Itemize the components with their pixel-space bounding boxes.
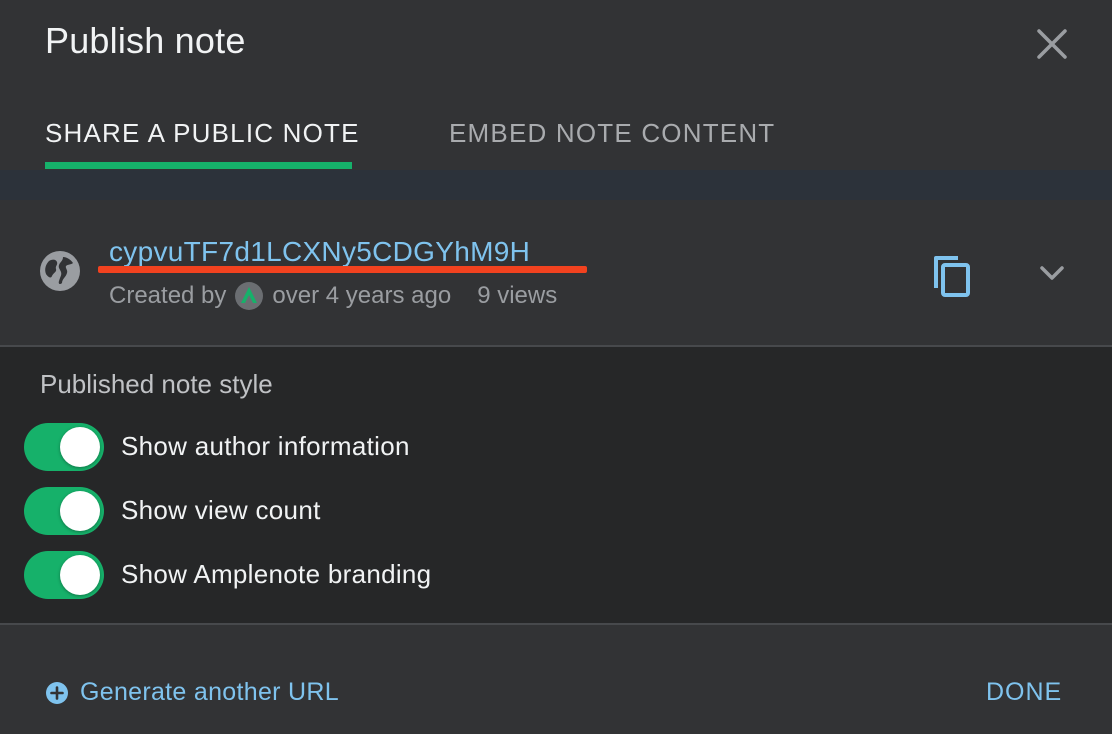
tab-share-public-note[interactable]: SHARE A PUBLIC NOTE [45, 118, 360, 149]
url-underline-mark [98, 266, 587, 273]
copy-url-button[interactable] [926, 250, 978, 302]
generate-another-url-label: Generate another URL [80, 678, 339, 706]
toggle-label-view-count: Show view count [121, 495, 321, 525]
toggle-show-view-count[interactable] [24, 487, 104, 535]
header-divider-strip [0, 170, 1112, 200]
expand-options-button[interactable] [1034, 256, 1070, 292]
toggle-show-author-information[interactable] [24, 423, 104, 471]
chevron-down-icon [1040, 266, 1064, 280]
generate-another-url-button[interactable]: Generate another URL [46, 678, 339, 707]
created-ago: over 4 years ago [272, 282, 452, 309]
dialog-title: Publish note [45, 20, 246, 61]
amplenote-avatar-icon [235, 282, 264, 310]
url-meta: Created by over 4 years ago 9 views [109, 282, 557, 310]
tab-embed-note-content[interactable]: EMBED NOTE CONTENT [449, 118, 775, 149]
toggle-label-author-information: Show author information [121, 431, 410, 461]
view-count: 9 views [477, 282, 558, 309]
toggle-knob [60, 427, 100, 467]
copy-icon [934, 256, 970, 297]
toggle-knob [60, 555, 100, 595]
toggle-knob [60, 491, 100, 531]
active-tab-indicator [45, 162, 352, 169]
plus-circle-icon [46, 681, 68, 704]
toggle-show-amplenote-branding[interactable] [24, 551, 104, 599]
published-url-link[interactable]: cypvuTF7d1LCXNy5CDGYhM9H [109, 236, 530, 268]
close-button[interactable] [1030, 22, 1074, 66]
done-button[interactable]: DONE [986, 678, 1062, 707]
close-icon [1037, 29, 1067, 59]
globe-icon [38, 249, 82, 293]
style-section-heading: Published note style [40, 369, 273, 399]
toggle-label-amplenote-branding: Show Amplenote branding [121, 559, 432, 589]
created-by-label: Created by [109, 282, 227, 309]
